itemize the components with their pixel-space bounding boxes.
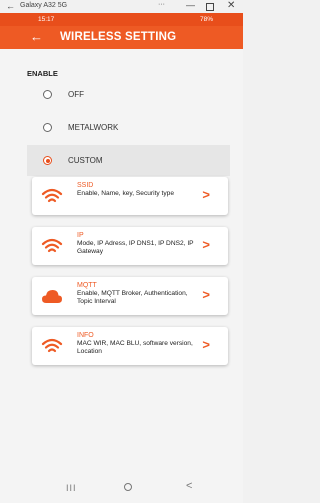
card-description: MAC WIR, MAC BLU, software version, Loca… [77, 340, 193, 355]
cloud-icon [42, 290, 62, 303]
window-title: Galaxy A32 5G [20, 2, 68, 9]
status-battery: 78% [199, 16, 213, 23]
android-nav-bar: III < [0, 476, 243, 503]
card-description: Mode, IP Adress, IP DNS1, IP DNS2, IP Ga… [77, 240, 194, 255]
back-arrow-icon[interactable]: ← [30, 29, 43, 44]
card-ip[interactable]: IP Mode, IP Adress, IP DNS1, IP DNS2, IP… [32, 227, 228, 265]
radio-button-selected[interactable] [43, 156, 52, 165]
card-title: IP [77, 232, 84, 239]
chevron-right-icon: > [202, 237, 210, 252]
card-description: Enable, Name, key, Security type [77, 190, 174, 197]
nav-back-button[interactable]: < [186, 480, 192, 492]
recent-apps-button[interactable]: III [66, 483, 77, 493]
chevron-right-icon: > [202, 337, 210, 352]
status-bar: 15:17 78% [0, 13, 243, 26]
page-title: WIRELESS SETTING [60, 31, 177, 43]
card-info[interactable]: INFO MAC WIR, MAC BLU, software version,… [32, 327, 228, 365]
card-mqtt[interactable]: MQTT Enable, MQTT Broker, Authentication… [32, 277, 228, 315]
emulator-window-bar: ← Galaxy A32 5G ··· — ✕ [0, 0, 243, 13]
card-title: MQTT [77, 282, 97, 289]
content: ENABLE OFF METALWORK CUSTOM SSID Enable,… [0, 49, 243, 476]
radio-option-custom[interactable]: CUSTOM [27, 145, 230, 176]
window-more-button[interactable]: ··· [158, 1, 165, 8]
radio-button[interactable] [43, 90, 52, 99]
window-close-button[interactable]: ✕ [227, 0, 235, 11]
status-time: 15:17 [38, 16, 55, 23]
wifi-icon [41, 188, 63, 203]
radio-button[interactable] [43, 123, 52, 132]
window-minimize-button[interactable]: — [186, 0, 195, 10]
radio-option-off[interactable]: OFF [0, 82, 232, 107]
home-button[interactable] [124, 483, 132, 491]
card-description: Enable, MQTT Broker, Authentication, Top… [77, 290, 188, 305]
wifi-icon [41, 238, 63, 253]
radio-label: CUSTOM [68, 156, 103, 165]
card-title: INFO [77, 332, 94, 339]
wifi-icon [41, 338, 63, 353]
radio-label: METALWORK [68, 123, 119, 132]
window-maximize-button[interactable] [206, 3, 214, 11]
window-back-button[interactable]: ← [6, 1, 15, 11]
radio-label: OFF [68, 90, 84, 99]
chevron-right-icon: > [202, 287, 210, 302]
card-ssid[interactable]: SSID Enable, Name, key, Security type > [32, 177, 228, 215]
card-title: SSID [77, 182, 94, 189]
phone-screen: 15:17 78% ← WIRELESS SETTING ENABLE OFF … [0, 13, 243, 503]
enable-section-label: ENABLE [27, 69, 58, 78]
radio-option-metalwork[interactable]: METALWORK [0, 115, 232, 140]
app-bar: ← WIRELESS SETTING [0, 26, 243, 49]
chevron-right-icon: > [202, 187, 210, 202]
